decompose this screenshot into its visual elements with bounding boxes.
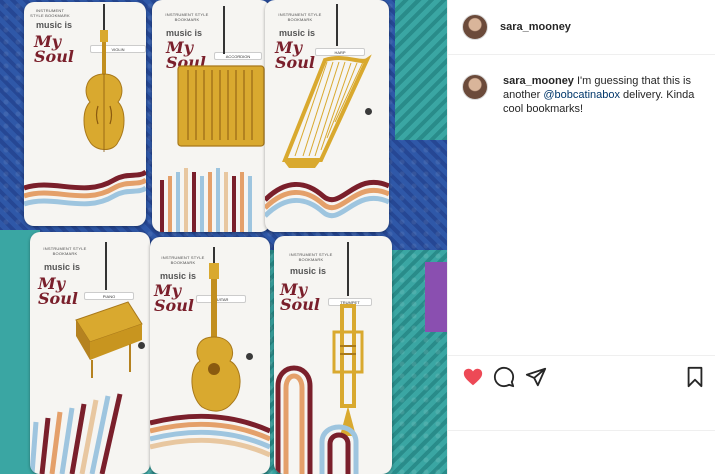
bookmark-card-violin: INSTRUMENT STYLE BOOKMARK music is My So… [24, 2, 146, 226]
wave-stripes-decor [265, 179, 389, 219]
wave-stripes-decor [150, 413, 270, 458]
bookmark-card-trumpet: INSTRUMENT STYLE BOOKMARK music is My So… [274, 236, 392, 474]
caption-comment: sara_mooney I'm guessing that this is an… [503, 74, 708, 116]
avatar[interactable] [462, 14, 488, 40]
bookmark-icon[interactable] [684, 366, 706, 388]
bookmark-card-accordion: INSTRUMENT STYLE BOOKMARK music is My So… [152, 0, 270, 232]
wave-stripes-decor [24, 169, 146, 207]
mat-purple [425, 262, 447, 332]
post-photo[interactable]: INSTRUMENT STYLE BOOKMARK music is My So… [0, 0, 447, 474]
rainbow-stripes-decor [160, 168, 252, 232]
arch-stripes-decor [275, 365, 359, 474]
share-icon[interactable] [525, 366, 547, 388]
caption-mention-link[interactable]: @bobcatinabox [543, 89, 620, 101]
mat-teal-right [395, 0, 447, 140]
heart-icon[interactable] [462, 366, 484, 388]
bookmark-card-harp: INSTRUMENT STYLE BOOKMARK music is My So… [265, 0, 389, 232]
header-username[interactable]: sara_mooney [500, 21, 571, 33]
post-side-panel: sara_mooney sara_mooney I'm guessing tha… [447, 0, 715, 474]
piano-keys-decor [30, 393, 123, 474]
bookmark-card-guitar: INSTRUMENT STYLE BOOKMARK music is My So… [150, 237, 270, 474]
comment-icon[interactable] [493, 366, 515, 388]
post-actions-bar [448, 355, 715, 397]
comment-avatar[interactable] [462, 74, 488, 100]
divider [448, 430, 715, 431]
caption-username[interactable]: sara_mooney [503, 75, 574, 87]
bookmark-card-piano: INSTRUMENT STYLE BOOKMARK music is My So… [30, 232, 150, 474]
post-header: sara_mooney [448, 0, 715, 55]
